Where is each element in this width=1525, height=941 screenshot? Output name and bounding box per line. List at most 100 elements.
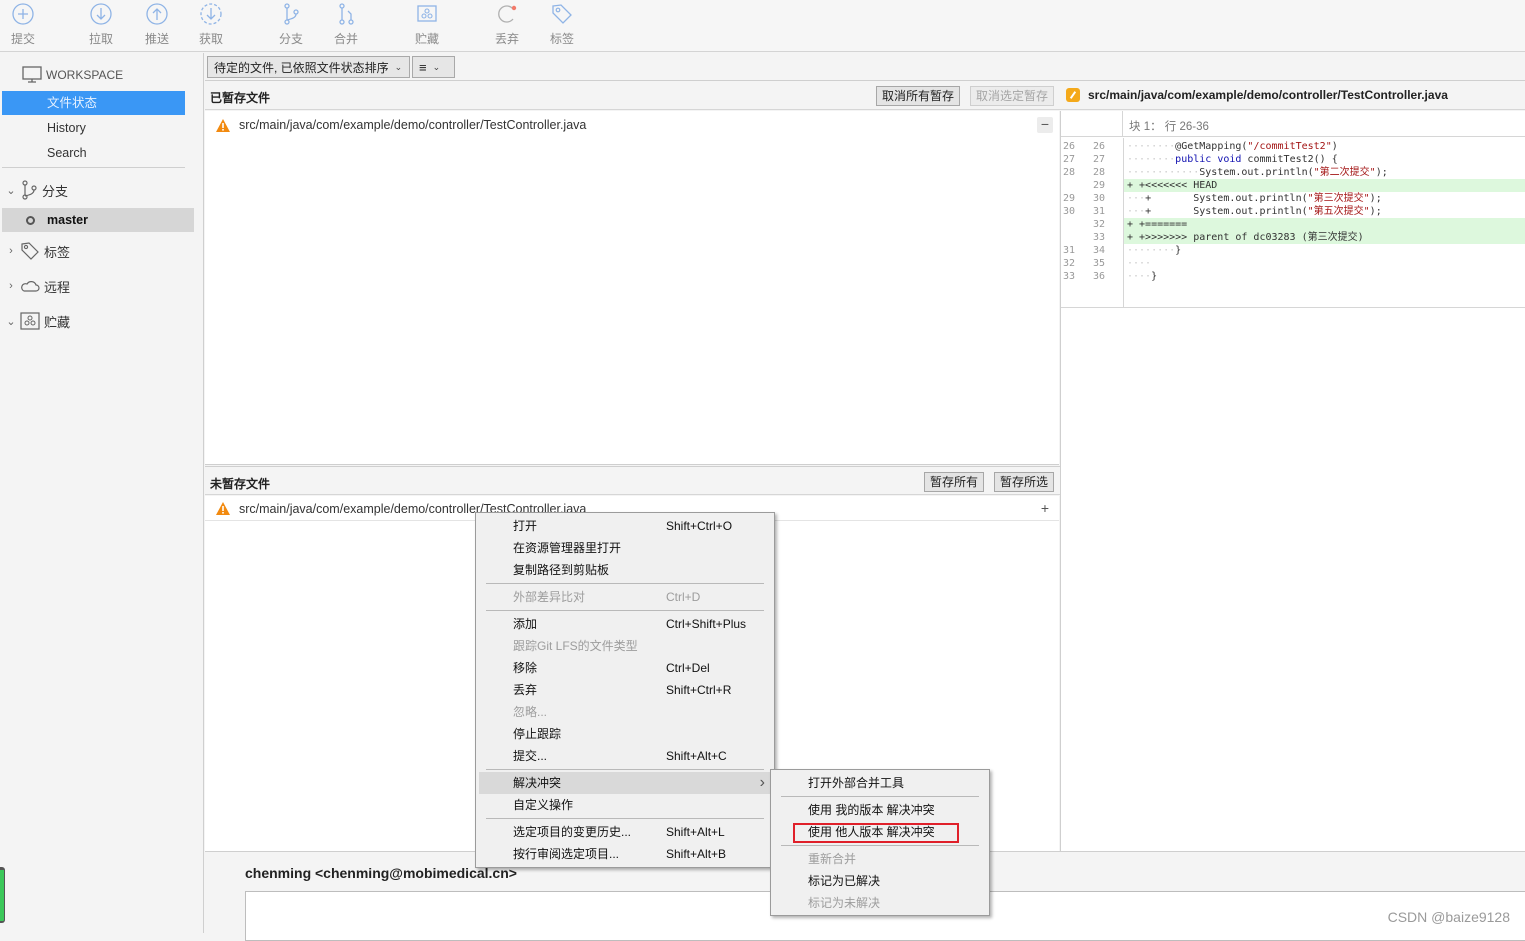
menu-item-label: 重新合并	[808, 848, 856, 870]
context-menu-item[interactable]: 复制路径到剪贴板	[479, 559, 771, 581]
tag-label: 标签	[539, 30, 585, 47]
sidebar-item-file-status[interactable]: 文件状态	[2, 91, 185, 115]
menu-item-label: 外部差异比对	[513, 586, 585, 608]
sidebar-group-branches[interactable]: ⌄ 分支	[4, 179, 68, 201]
stage-all-button[interactable]: 暂存所有	[924, 472, 984, 492]
menu-item-label: 解决冲突	[513, 772, 561, 794]
discard-button[interactable]: 丢弃	[484, 2, 530, 47]
tag-button[interactable]: 标签	[539, 2, 585, 47]
context-menu-item[interactable]: 添加Ctrl+Shift+Plus	[479, 613, 771, 635]
context-menu-item[interactable]: 忽略...	[479, 701, 771, 723]
context-menu-item[interactable]: 在资源管理器里打开	[479, 537, 771, 559]
line-text: + +<<<<<<< HEAD	[1127, 179, 1217, 192]
sidebar-group-remotes[interactable]: › 远程	[4, 275, 70, 297]
context-menu-item[interactable]: 按行审阅选定项目...Shift+Alt+B	[479, 843, 771, 865]
tags-label: 标签	[44, 242, 70, 261]
unstaged-header: 未暂存文件 暂存所有 暂存所选	[205, 466, 1060, 495]
new-line-number: 26	[1093, 140, 1105, 153]
menu-item-label: 移除	[513, 657, 537, 679]
pull-label: 拉取	[78, 30, 124, 47]
view-mode-dropdown[interactable]: ≡ ⌄	[412, 56, 455, 78]
line-text: ····}	[1127, 270, 1157, 283]
push-button[interactable]: 推送	[134, 2, 180, 47]
submenu-item[interactable]: 打开外部合并工具	[774, 772, 986, 794]
new-line-number: 33	[1093, 231, 1105, 244]
unstage-selected-button[interactable]: 取消选定暂存	[970, 86, 1054, 106]
line-text: ···+ System.out.println("第五次提交");	[1127, 205, 1382, 218]
sort-dropdown[interactable]: 待定的文件, 已依照文件状态排序 ⌄	[207, 56, 410, 78]
context-menu-item[interactable]: 提交...Shift+Alt+C	[479, 745, 771, 767]
diff-line-added: + +=======	[1124, 218, 1525, 231]
diff-line-context: 3336····}	[1061, 270, 1525, 283]
sidebar-group-stashes[interactable]: ⌄ 贮藏	[4, 310, 70, 332]
menu-item-label: 复制路径到剪贴板	[513, 559, 609, 581]
menu-item-label: 按行审阅选定项目...	[513, 843, 619, 865]
unstage-all-button[interactable]: 取消所有暂存	[876, 86, 960, 106]
diff-line-context: 2727········public void commitTest2() {	[1061, 153, 1525, 166]
menu-item-shortcut: Shift+Ctrl+R	[666, 679, 731, 701]
submenu-item[interactable]: 标记为已解决	[774, 870, 986, 892]
stash-icon	[415, 2, 439, 26]
context-menu-item[interactable]: 跟踪Git LFS的文件类型	[479, 635, 771, 657]
cloud-icon	[20, 278, 40, 294]
context-menu-item[interactable]: 解决冲突›	[479, 772, 771, 794]
stash-icon	[20, 312, 40, 330]
menu-item-label: 忽略...	[513, 701, 547, 723]
menu-item-label: 选定项目的变更历史...	[513, 821, 631, 843]
current-branch-icon	[26, 216, 35, 225]
workspace-label: WORKSPACE	[46, 68, 123, 82]
fetch-button[interactable]: 获取	[188, 2, 234, 47]
file-path: src/main/java/com/example/demo/controlle…	[239, 118, 586, 132]
unstage-file-minus-icon[interactable]: −	[1037, 117, 1053, 133]
sidebar-branch-master[interactable]: master	[2, 208, 194, 232]
new-line-number: 28	[1093, 166, 1105, 179]
modified-file-icon	[1066, 88, 1080, 102]
stash-button[interactable]: 贮藏	[404, 2, 450, 47]
diff-line-context: 2626········@GetMapping("/commitTest2")	[1061, 140, 1525, 153]
toolbar: 提交 拉取 推送 获取 分支 合并 贮藏 丢弃 标签	[0, 0, 1525, 52]
highlight-annotation-box	[793, 823, 959, 843]
merge-button[interactable]: 合并	[323, 2, 369, 47]
line-text: + +=======	[1127, 218, 1187, 231]
diff-file-path: src/main/java/com/example/demo/controlle…	[1088, 88, 1448, 102]
commit-label: 提交	[0, 30, 46, 47]
menu-separator	[781, 845, 979, 846]
menu-item-label: 在资源管理器里打开	[513, 537, 621, 559]
staged-file-row[interactable]: src/main/java/com/example/demo/controlle…	[205, 113, 1059, 137]
menu-separator	[781, 796, 979, 797]
context-menu-item[interactable]: 移除Ctrl+Del	[479, 657, 771, 679]
submenu-item[interactable]: 标记为未解决	[774, 892, 986, 914]
stash-label: 贮藏	[404, 30, 450, 47]
submenu-item[interactable]: 重新合并	[774, 848, 986, 870]
commit-button[interactable]: 提交	[0, 2, 46, 47]
context-menu-item[interactable]: 自定义操作	[479, 794, 771, 816]
new-line-number: 35	[1093, 257, 1105, 270]
menu-item-label: 打开	[513, 515, 537, 537]
branch-icon	[279, 2, 303, 26]
context-menu-item[interactable]: 打开Shift+Ctrl+O	[479, 515, 771, 537]
chevron-right-icon: ›	[4, 280, 18, 292]
sidebar-item-history[interactable]: History	[2, 116, 185, 140]
context-menu-item[interactable]: 丢弃Shift+Ctrl+R	[479, 679, 771, 701]
submenu-item[interactable]: 使用 我的版本 解决冲突	[774, 799, 986, 821]
old-line-number: 26	[1063, 140, 1075, 153]
fetch-label: 获取	[188, 30, 234, 47]
branch-button[interactable]: 分支	[268, 2, 314, 47]
stage-file-plus-icon[interactable]: +	[1037, 501, 1053, 517]
sidebar-item-search[interactable]: Search	[2, 141, 185, 165]
plus-circle-icon	[11, 2, 35, 26]
merge-label: 合并	[323, 30, 369, 47]
stashes-label: 贮藏	[44, 312, 70, 331]
context-menu-item[interactable]: 停止跟踪	[479, 723, 771, 745]
staged-header: 已暂存文件 取消所有暂存 取消选定暂存	[205, 81, 1060, 110]
context-menu-item[interactable]: 选定项目的变更历史...Shift+Alt+L	[479, 821, 771, 843]
menu-item-label: 自定义操作	[513, 794, 573, 816]
new-line-number: 34	[1093, 244, 1105, 257]
sidebar-group-tags[interactable]: › 标签	[4, 240, 70, 262]
branches-label: 分支	[42, 181, 68, 200]
line-text: ········public void commitTest2() {	[1127, 153, 1338, 166]
stage-selected-button[interactable]: 暂存所选	[994, 472, 1054, 492]
discard-icon	[495, 2, 519, 26]
context-menu-item[interactable]: 外部差异比对Ctrl+D	[479, 586, 771, 608]
pull-button[interactable]: 拉取	[78, 2, 124, 47]
